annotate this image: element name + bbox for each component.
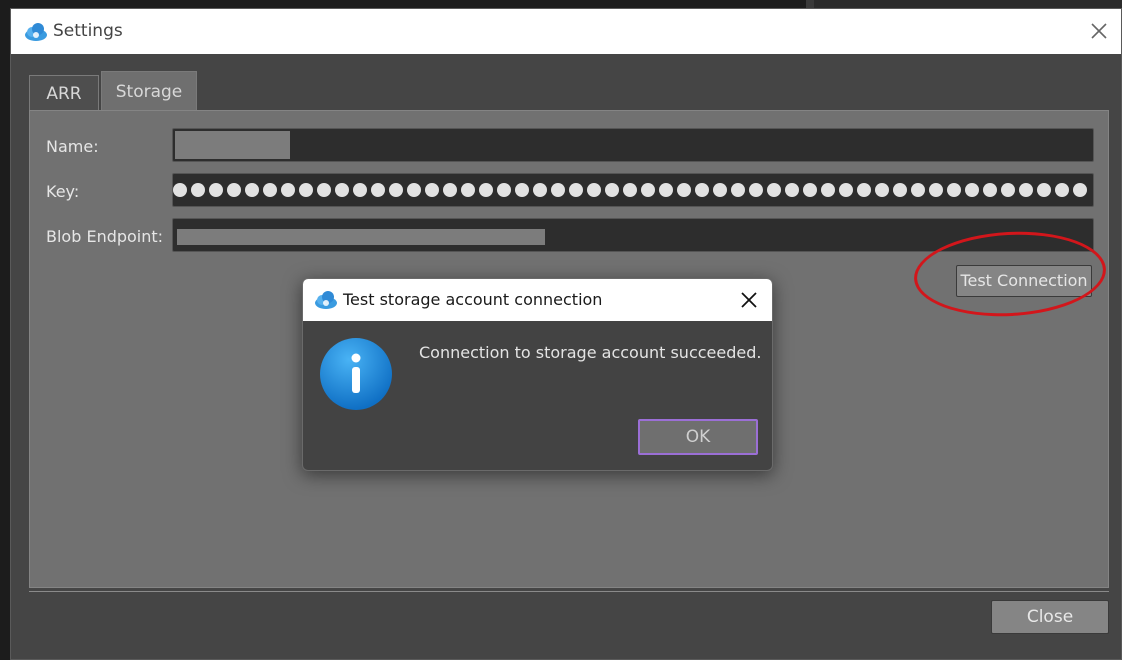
name-field[interactable] (172, 128, 1094, 162)
tab-arr[interactable]: ARR (29, 75, 99, 111)
test-connection-dialog: Test storage account connection Connecti… (302, 278, 773, 471)
cloud-icon (23, 21, 49, 47)
close-icon[interactable] (738, 289, 760, 311)
ok-button[interactable]: OK (638, 419, 758, 455)
dialog-message: Connection to storage account succeeded. (419, 343, 762, 362)
cloud-icon (313, 289, 339, 315)
close-icon[interactable] (1085, 17, 1113, 45)
blob-endpoint-label: Blob Endpoint: (46, 227, 164, 246)
info-icon (319, 337, 393, 411)
redacted-value (177, 229, 545, 245)
divider (29, 591, 1109, 592)
key-label: Key: (46, 182, 80, 201)
tab-storage[interactable]: Storage (101, 71, 197, 111)
close-button[interactable]: Close (991, 600, 1109, 634)
dialog-titlebar[interactable]: Test storage account connection (303, 279, 772, 321)
name-label: Name: (46, 137, 99, 156)
key-field[interactable] (172, 173, 1094, 207)
masked-key-dots (173, 181, 1093, 199)
redacted-value (175, 131, 290, 159)
dialog-title: Test storage account connection (343, 290, 603, 309)
settings-titlebar[interactable]: Settings (11, 9, 1121, 54)
window-title: Settings (53, 21, 123, 41)
